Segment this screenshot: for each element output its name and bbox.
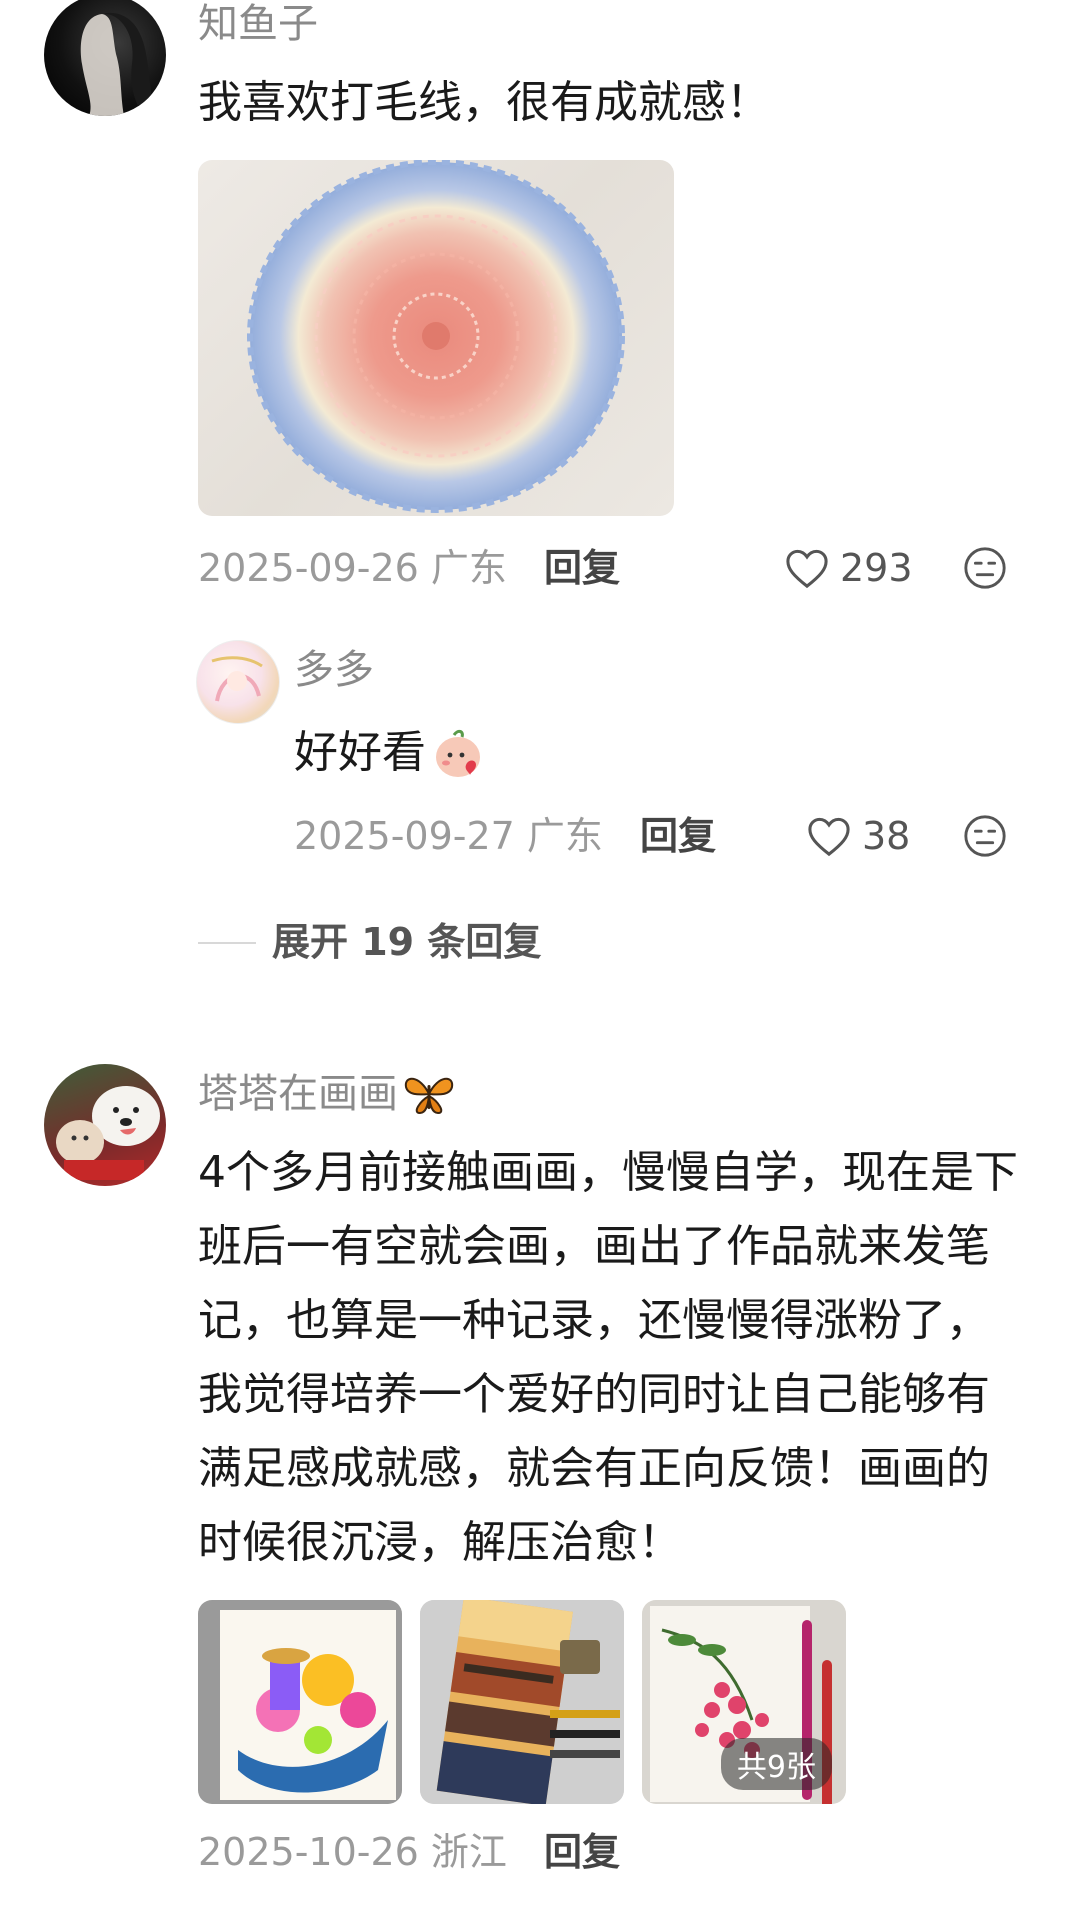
expand-divider: [198, 942, 256, 944]
reply-date-location: 2025-09-27 广东: [294, 814, 603, 858]
image-count-badge: 共9张: [720, 1738, 832, 1790]
reply-button[interactable]: 回复: [544, 1828, 620, 1876]
expand-replies-button[interactable]: 展开 19 条回复: [272, 918, 541, 966]
comment-date-location: 2025-10-26 浙江: [198, 1830, 507, 1874]
reply-button[interactable]: 回复: [544, 544, 620, 592]
heart-outline-icon: [786, 549, 828, 589]
like-button[interactable]: 38: [806, 812, 910, 860]
like-count: 38: [862, 814, 911, 858]
comment-date-location: 2025-09-26 广东: [198, 546, 507, 590]
comment-image[interactable]: [420, 1600, 624, 1804]
comment-image[interactable]: [198, 1600, 402, 1804]
painting-palace-sunset-image: [420, 1600, 624, 1804]
emoji-face-icon[interactable]: [962, 545, 1008, 591]
emoji-face-icon[interactable]: [962, 813, 1008, 859]
comment-text: 4个多月前接触画画，慢慢自学，现在是下班后一有空就会画，画出了作品就来发笔记，也…: [198, 1147, 1018, 1568]
butterfly-icon: [404, 1077, 454, 1115]
comment-image[interactable]: 共9张: [642, 1600, 846, 1804]
username[interactable]: 知鱼子: [198, 0, 318, 48]
avatar[interactable]: [44, 0, 166, 116]
reply-text: 好好看: [294, 716, 486, 790]
avatar[interactable]: [44, 1064, 166, 1186]
avatar-illustration: [211, 656, 263, 702]
comment-image[interactable]: [198, 160, 674, 516]
blush-sticker-icon: [436, 729, 480, 777]
painting-boat-flowers-image: [198, 1600, 402, 1804]
username[interactable]: 塔塔在画画: [198, 1070, 456, 1118]
username[interactable]: 多多: [294, 646, 374, 694]
reply-text-value: 好好看: [294, 727, 426, 778]
avatar-portrait: [80, 12, 156, 116]
heart-outline-icon: [808, 817, 850, 857]
crochet-doily-image: [247, 160, 625, 513]
comment-text: 我喜欢打毛线，很有成就感！: [198, 77, 770, 128]
like-button[interactable]: 293: [784, 544, 913, 592]
reply-button[interactable]: 回复: [640, 812, 716, 860]
avatar[interactable]: [196, 640, 280, 724]
avatar-pets-photo: [56, 1086, 160, 1180]
username-text: 塔塔在画画: [198, 1071, 398, 1117]
like-count: 293: [840, 546, 913, 590]
